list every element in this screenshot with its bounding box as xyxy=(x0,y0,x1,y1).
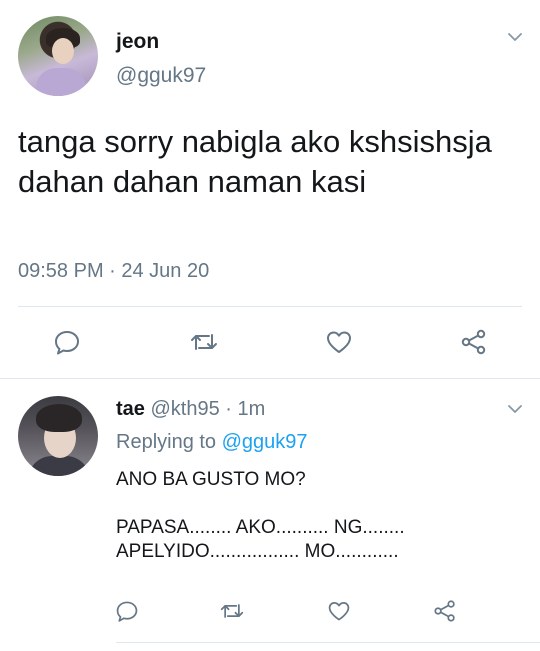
avatar[interactable] xyxy=(18,16,98,96)
tweet-text: tanga sorry nabigla ako kshsishsja dahan… xyxy=(18,124,492,199)
reply-text: ANO BA GUSTO MO? PAPASA........ AKO.....… xyxy=(116,469,405,562)
reply-header: tae @kth95 · 1m xyxy=(116,398,265,421)
main-tweet: jeon @gguk97 tanga sorry nabigla ako ksh… xyxy=(0,0,540,379)
reply-icon[interactable] xyxy=(52,327,82,357)
replying-prefix: Replying to xyxy=(116,431,217,453)
chevron-down-icon[interactable] xyxy=(508,30,522,44)
author-handle[interactable]: @gguk97 xyxy=(116,64,206,88)
reply-author-handle[interactable]: @kth95 xyxy=(150,398,219,420)
avatar[interactable] xyxy=(18,396,98,476)
avatar-face xyxy=(52,38,74,64)
tweet-timestamp[interactable]: 09:58 PM · 24 Jun 20 xyxy=(18,260,209,283)
replying-to: Replying to @gguk97 xyxy=(116,431,308,454)
reply-tweet[interactable]: tae @kth95 · 1m Replying to @gguk97 ANO … xyxy=(0,380,540,651)
reply-age: 1m xyxy=(237,398,266,420)
divider xyxy=(0,378,540,379)
chevron-down-icon[interactable] xyxy=(508,402,522,416)
reply-icon[interactable] xyxy=(112,596,142,626)
mention-link[interactable]: @gguk97 xyxy=(222,431,308,453)
reply-author-name[interactable]: tae xyxy=(116,398,145,420)
divider xyxy=(18,306,522,307)
heart-icon[interactable] xyxy=(324,596,354,626)
retweet-icon[interactable] xyxy=(217,596,247,626)
avatar-body xyxy=(28,456,90,476)
share-icon[interactable] xyxy=(430,596,460,626)
heart-icon[interactable] xyxy=(324,327,354,357)
divider xyxy=(116,642,540,643)
avatar-hair xyxy=(36,404,82,432)
share-icon[interactable] xyxy=(459,327,489,357)
separator: · xyxy=(225,398,232,420)
author-name[interactable]: jeon xyxy=(116,30,159,54)
retweet-icon[interactable] xyxy=(189,327,219,357)
avatar-shirt xyxy=(36,68,86,96)
